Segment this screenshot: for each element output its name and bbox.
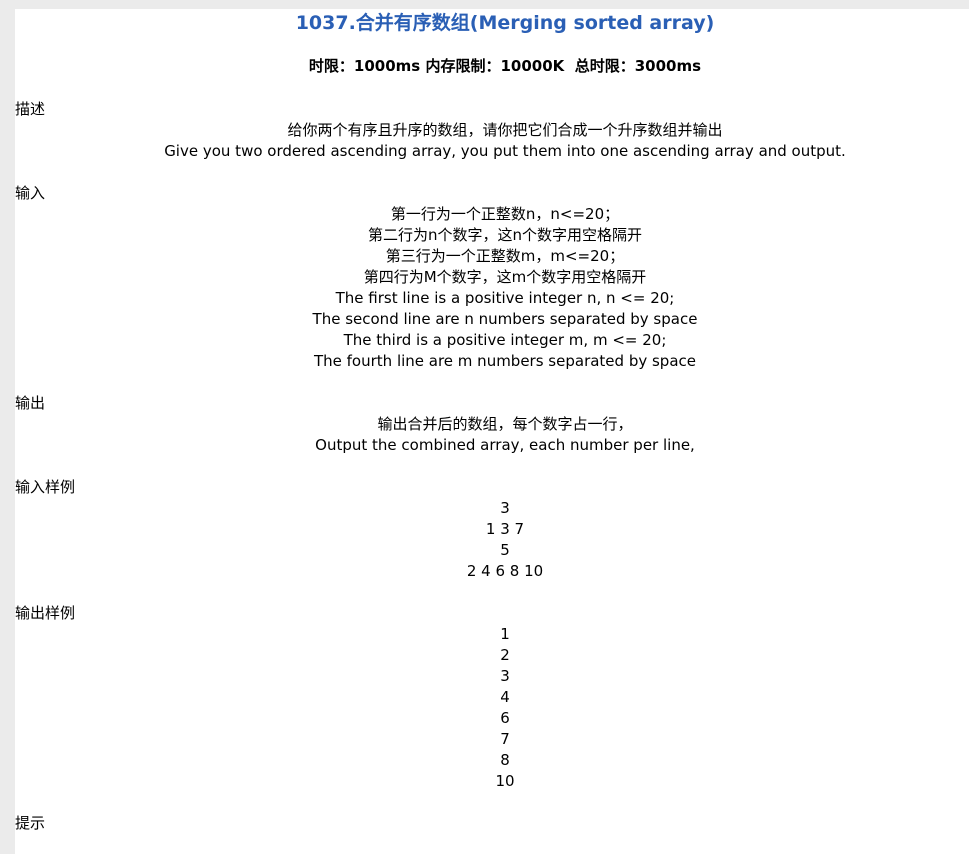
input-line: The first line is a positive integer n, … — [335, 289, 675, 307]
output-heading: 输出 — [15, 394, 46, 412]
input-text: 第一行为一个正整数n，n<=20； 第二行为n个数字，这n个数字用空格隔开 第三… — [15, 204, 969, 372]
sample-input-line: 5 — [500, 541, 510, 559]
problem-limits: 时限：1000ms 内存限制：10000K 总时限：3000ms — [15, 56, 969, 76]
input-line: 第二行为n个数字，这n个数字用空格隔开 — [367, 226, 642, 244]
sample-output-text: 1 2 3 4 6 7 8 10 — [15, 624, 969, 792]
problem-page: 1037.合并有序数组(Merging sorted array) 时限：100… — [15, 9, 969, 854]
sample-output-line: 3 — [500, 667, 510, 685]
output-text: 输出合并后的数组，每个数字占一行， Output the combined ar… — [15, 414, 969, 456]
time-limit: 时限：1000ms — [308, 57, 421, 75]
sample-input-line: 1 3 7 — [485, 520, 525, 538]
sample-output-line: 8 — [500, 751, 510, 769]
sample-input-line: 3 — [500, 499, 510, 517]
description-heading: 描述 — [15, 100, 46, 118]
hint-heading: 提示 — [15, 814, 46, 832]
input-line: 第四行为M个数字，这m个数字用空格隔开 — [363, 268, 647, 286]
output-line: 输出合并后的数组，每个数字占一行， — [377, 415, 633, 433]
sample-output-line: 1 — [500, 625, 510, 643]
memory-limit: 内存限制：10000K — [425, 57, 565, 75]
input-line: The fourth line are m numbers separated … — [313, 352, 696, 370]
input-line: The second line are n numbers separated … — [312, 310, 698, 328]
sample-output-line: 6 — [500, 709, 510, 727]
sample-output-heading: 输出样例 — [15, 604, 76, 622]
sample-input-line: 2 4 6 8 10 — [466, 562, 544, 580]
output-line: Output the combined array, each number p… — [315, 436, 695, 454]
sample-output-line: 4 — [500, 688, 510, 706]
input-line: 第一行为一个正整数n，n<=20； — [390, 205, 620, 223]
description-line: Give you two ordered ascending array, yo… — [164, 142, 846, 160]
sample-input-text: 3 1 3 7 5 2 4 6 8 10 — [15, 498, 969, 582]
sample-output-line: 7 — [500, 730, 510, 748]
sample-input-heading: 输入样例 — [15, 478, 76, 496]
description-line: 给你两个有序且升序的数组，请你把它们合成一个升序数组并输出 — [287, 121, 723, 139]
total-time-limit: 总时限：3000ms — [574, 57, 702, 75]
sample-output-line: 2 — [500, 646, 510, 664]
description-text: 给你两个有序且升序的数组，请你把它们合成一个升序数组并输出 Give you t… — [15, 120, 969, 162]
input-heading: 输入 — [15, 184, 46, 202]
input-line: The third is a positive integer m, m <= … — [343, 331, 667, 349]
input-line: 第三行为一个正整数m，m<=20； — [385, 247, 625, 265]
problem-title: 1037.合并有序数组(Merging sorted array) — [295, 12, 715, 34]
sample-output-line: 10 — [495, 772, 515, 790]
